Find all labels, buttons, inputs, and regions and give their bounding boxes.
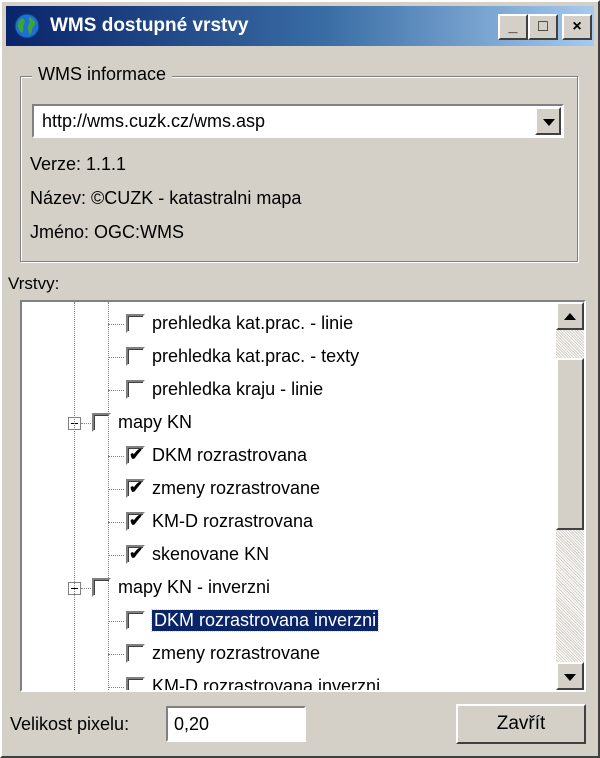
maximize-button[interactable]: □ [528,14,558,40]
layer-checkbox[interactable] [126,314,145,333]
tree-layer-row[interactable]: prehledka kraju - linie [22,374,552,406]
layer-checkbox[interactable]: ✔ [126,445,145,465]
layer-checkbox[interactable]: ✔ [126,544,145,564]
tree-connector [108,324,124,325]
layer-label: prehledka kat.prac. - texty [152,346,360,366]
layers-tree-content: prehledka kat.prac. - linie prehledka kat… [22,302,552,690]
arrow-down-icon [564,674,576,681]
tree-layer-row[interactable]: DKM rozrastrovana inverzni [22,605,552,637]
tree-connector [108,456,124,457]
scroll-down-button[interactable] [556,662,584,690]
tree-connector [108,555,124,556]
layer-label: zmeny rozrastrovane [152,478,321,498]
tree-connector [108,489,124,490]
tree-group-row[interactable]: mapy KN [22,407,552,439]
layers-tree[interactable]: prehledka kat.prac. - linie prehledka kat… [20,300,586,692]
scroll-thumb[interactable] [556,358,584,530]
layer-label: skenovane KN [152,544,270,564]
pixel-size-label: Velikost pixelu: [10,714,130,734]
minimize-button[interactable]: _ [498,14,528,40]
wms-url-combobox[interactable]: http://wms.cuzk.cz/wms.asp [32,104,564,138]
checkmark-icon: ✔ [129,544,144,563]
service-id-text: Jméno: OGC:WMS [30,222,185,242]
tree-layer-row[interactable]: prehledka kat.prac. - linie [22,308,552,340]
tree-connector [74,302,75,690]
layer-checkbox[interactable] [126,677,145,690]
layer-checkbox[interactable] [126,611,145,630]
tree-connector [81,588,91,589]
version-text: Verze: 1.1.1 [30,154,127,174]
layer-checkbox[interactable]: ✔ [126,478,145,498]
layer-label: prehledka kraju - linie [152,379,324,399]
scroll-up-button[interactable] [556,302,584,330]
layer-label: prehledka kat.prac. - linie [152,313,354,333]
tree-connector [108,357,124,358]
globe-icon [14,13,40,39]
tree-layer-row[interactable]: ✔ zmeny rozrastrovane [22,473,552,505]
checkmark-icon: ✔ [129,511,144,530]
checkmark-icon: ✔ [129,478,144,497]
layer-checkbox[interactable] [126,644,145,663]
layer-checkbox[interactable] [126,347,145,366]
tree-connector [81,423,91,424]
dialog-window: WMS dostupné vrstvy _ □ × WMS informace … [0,0,600,758]
close-window-button[interactable]: × [562,14,592,40]
tree-group-row[interactable]: mapy KN - inverzni [22,572,552,604]
layers-label: Vrstvy: [8,274,60,293]
layer-checkbox[interactable] [126,380,145,399]
combo-dropdown-button[interactable] [535,107,561,135]
tree-layer-row[interactable]: KM-D rozrastrovana inverzni [22,671,552,690]
close-button[interactable]: Zavřít [456,704,586,744]
layer-label: DKM rozrastrovana [152,445,308,465]
layer-label: KM-D rozrastrovana [152,511,314,531]
layer-label: KM-D rozrastrovana inverzni [152,676,381,690]
tree-connector [108,390,124,391]
tree-layer-row[interactable]: zmeny rozrastrovane [22,638,552,670]
tree-connector [108,522,124,523]
layer-checkbox[interactable]: ✔ [126,511,145,531]
layer-label: zmeny rozrastrovane [152,643,321,663]
tree-layer-row[interactable]: ✔ DKM rozrastrovana [22,440,552,472]
tree-scrollbar[interactable] [556,302,584,690]
title-bar[interactable]: WMS dostupné vrstvy _ □ × [6,6,594,46]
chevron-down-icon [543,119,555,126]
tree-connector [108,302,109,690]
wms-info-group-title: WMS informace [32,64,173,85]
tree-layer-row[interactable]: prehledka kat.prac. - texty [22,341,552,373]
tree-layer-row[interactable]: ✔ skenovane KN [22,539,552,571]
window-title: WMS dostupné vrstvy [50,15,249,36]
wms-url-value: http://wms.cuzk.cz/wms.asp [42,111,266,131]
arrow-up-icon [564,313,576,320]
tree-connector [108,654,124,655]
layer-label: mapy KN - inverzni [118,577,271,597]
service-name-text: Název: ©CUZK - katastralni mapa [30,188,302,208]
tree-connector [108,621,124,622]
tree-layer-row[interactable]: ✔ KM-D rozrastrovana [22,506,552,538]
tree-connector [108,687,124,688]
layer-label: DKM rozrastrovana inverzni [150,609,380,632]
pixel-size-input[interactable] [166,706,306,742]
checkmark-icon: ✔ [129,445,144,464]
layer-label: mapy KN [118,412,193,432]
